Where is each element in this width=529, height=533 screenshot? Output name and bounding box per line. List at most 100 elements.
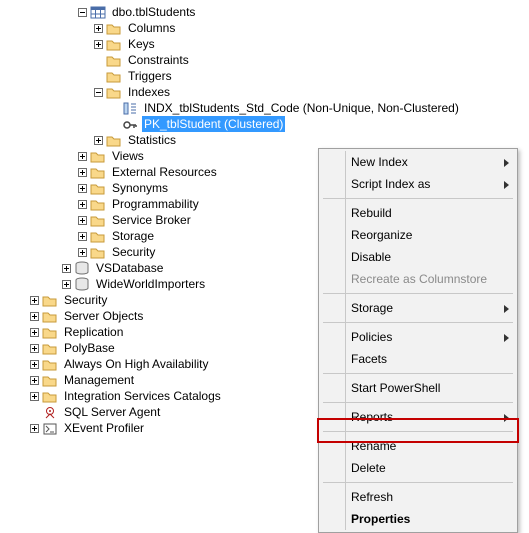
menu-separator: [323, 373, 513, 374]
folder-icon: [90, 197, 106, 211]
expander-plus-icon[interactable]: [92, 38, 104, 50]
tree-label: Programmability: [110, 196, 201, 212]
menu-item-reports[interactable]: Reports: [321, 406, 515, 428]
menu-item-disable[interactable]: Disable: [321, 246, 515, 268]
tree-label: Keys: [126, 36, 157, 52]
menu-item-properties[interactable]: Properties: [321, 508, 515, 530]
tree-item-index-pk[interactable]: PK_tblStudent (Clustered): [0, 116, 529, 132]
expander-minus-icon[interactable]: [92, 86, 104, 98]
menu-label: Properties: [351, 512, 410, 526]
tree-item-columns[interactable]: Columns: [0, 20, 529, 36]
expander-plus-icon[interactable]: [76, 198, 88, 210]
tree-item-statistics[interactable]: Statistics: [0, 132, 529, 148]
expander-plus-icon[interactable]: [60, 262, 72, 274]
menu-separator: [323, 322, 513, 323]
expander-minus-icon[interactable]: [76, 6, 88, 18]
folder-icon: [106, 133, 122, 147]
tree-label: VSDatabase: [94, 260, 165, 276]
tree-item-constraints[interactable]: Constraints: [0, 52, 529, 68]
menu-label: Rebuild: [351, 206, 392, 220]
folder-icon: [90, 245, 106, 259]
menu-item-storage[interactable]: Storage: [321, 297, 515, 319]
tree-label: Views: [110, 148, 146, 164]
expander-plus-icon[interactable]: [76, 150, 88, 162]
folder-icon: [106, 21, 122, 35]
folder-icon: [90, 165, 106, 179]
folder-icon: [42, 357, 58, 371]
tree-label: Security: [62, 292, 109, 308]
menu-label: New Index: [351, 155, 408, 169]
menu-label: Reports: [351, 410, 393, 424]
key-icon: [122, 117, 138, 131]
index-icon: [122, 101, 138, 115]
tree-item-indexes[interactable]: Indexes: [0, 84, 529, 100]
menu-separator: [323, 482, 513, 483]
expander-plus-icon[interactable]: [28, 422, 40, 434]
folder-icon: [42, 373, 58, 387]
menu-label: Facets: [351, 352, 387, 366]
expander-plus-icon[interactable]: [28, 390, 40, 402]
menu-label: Start PowerShell: [351, 381, 440, 395]
menu-item-script-index[interactable]: Script Index as: [321, 173, 515, 195]
database-icon: [74, 277, 90, 291]
menu-label: Delete: [351, 461, 386, 475]
menu-item-policies[interactable]: Policies: [321, 326, 515, 348]
menu-label: Recreate as Columnstore: [351, 272, 487, 286]
expander-plus-icon[interactable]: [28, 342, 40, 354]
expander-plus-icon[interactable]: [92, 22, 104, 34]
tree-item-keys[interactable]: Keys: [0, 36, 529, 52]
expander-plus-icon[interactable]: [60, 278, 72, 290]
folder-icon: [90, 149, 106, 163]
context-menu: New Index Script Index as Rebuild Reorga…: [318, 148, 518, 533]
folder-icon: [106, 53, 122, 67]
tree-label: XEvent Profiler: [62, 420, 146, 436]
menu-label: Disable: [351, 250, 391, 264]
menu-item-delete[interactable]: Delete: [321, 457, 515, 479]
menu-item-refresh[interactable]: Refresh: [321, 486, 515, 508]
menu-label: Policies: [351, 330, 392, 344]
menu-item-recreate-columnstore: Recreate as Columnstore: [321, 268, 515, 290]
tree-label: Statistics: [126, 132, 178, 148]
tree-label: Columns: [126, 20, 177, 36]
menu-separator: [323, 293, 513, 294]
expander-plus-icon[interactable]: [28, 358, 40, 370]
menu-item-start-powershell[interactable]: Start PowerShell: [321, 377, 515, 399]
folder-icon: [42, 389, 58, 403]
menu-item-new-index[interactable]: New Index: [321, 151, 515, 173]
expander-plus-icon[interactable]: [28, 294, 40, 306]
menu-item-rebuild[interactable]: Rebuild: [321, 202, 515, 224]
tree-label: WideWorldImporters: [94, 276, 207, 292]
menu-label: Reorganize: [351, 228, 412, 242]
expander-plus-icon[interactable]: [28, 374, 40, 386]
folder-icon: [42, 293, 58, 307]
submenu-arrow-icon: [504, 178, 509, 192]
folder-icon: [90, 213, 106, 227]
tree-label: Triggers: [126, 68, 174, 84]
expander-plus-icon[interactable]: [28, 326, 40, 338]
expander-plus-icon[interactable]: [76, 214, 88, 226]
xevent-icon: [42, 421, 58, 435]
tree-label: Management: [62, 372, 136, 388]
menu-separator: [323, 198, 513, 199]
expander-plus-icon[interactable]: [76, 230, 88, 242]
tree-item-triggers[interactable]: Triggers: [0, 68, 529, 84]
folder-icon: [90, 181, 106, 195]
expander-plus-icon[interactable]: [76, 182, 88, 194]
expander-plus-icon[interactable]: [76, 166, 88, 178]
tree-item-index-nonclustered[interactable]: INDX_tblStudents_Std_Code (Non-Unique, N…: [0, 100, 529, 116]
submenu-arrow-icon: [504, 331, 509, 345]
database-icon: [74, 261, 90, 275]
menu-item-reorganize[interactable]: Reorganize: [321, 224, 515, 246]
tree-label: PolyBase: [62, 340, 117, 356]
expander-plus-icon[interactable]: [92, 134, 104, 146]
tree-label: Security: [110, 244, 157, 260]
tree-label: INDX_tblStudents_Std_Code (Non-Unique, N…: [142, 100, 461, 116]
menu-item-facets[interactable]: Facets: [321, 348, 515, 370]
menu-item-rename[interactable]: Rename: [321, 435, 515, 457]
expander-plus-icon[interactable]: [76, 246, 88, 258]
tree-label: Server Objects: [62, 308, 145, 324]
tree-label: External Resources: [110, 164, 219, 180]
tree-label: Constraints: [126, 52, 191, 68]
expander-plus-icon[interactable]: [28, 310, 40, 322]
tree-item-table[interactable]: dbo.tblStudents: [0, 4, 529, 20]
